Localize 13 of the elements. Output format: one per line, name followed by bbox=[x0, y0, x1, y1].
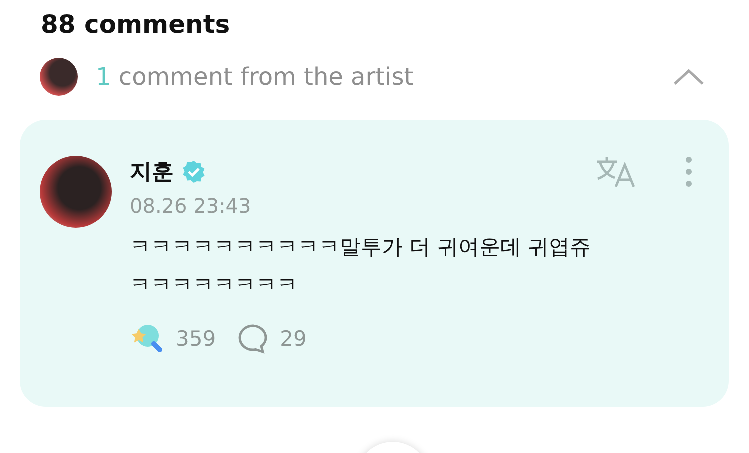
artist-comments-label[interactable]: 1 comment from the artist bbox=[96, 63, 414, 91]
comment-text: ㅋㅋㅋㅋㅋㅋㅋㅋㅋㅋ말투가 더 귀여운데 귀엽쥬 ㅋㅋㅋㅋㅋㅋㅋㅋ bbox=[130, 234, 592, 299]
chevron-up-icon[interactable] bbox=[673, 68, 705, 86]
author-name: 지훈 bbox=[130, 159, 174, 187]
avatar bbox=[40, 58, 78, 96]
reply-count: 29 bbox=[280, 327, 307, 351]
comment-time: 08.26 23:43 bbox=[130, 194, 252, 218]
more-options-icon[interactable] bbox=[685, 156, 693, 188]
reaction-count: 359 bbox=[176, 327, 216, 351]
comments-title: 88 comments bbox=[40, 9, 232, 41]
comment-bubble-icon[interactable] bbox=[238, 324, 268, 354]
translate-icon[interactable] bbox=[595, 155, 637, 189]
reaction-icon[interactable] bbox=[130, 324, 164, 354]
